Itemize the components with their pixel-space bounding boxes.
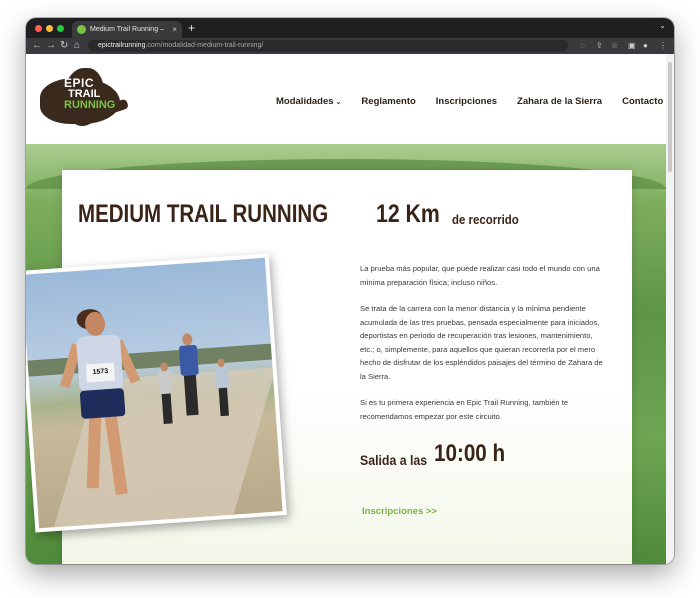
browser-tab[interactable]: Medium Trail Running – Epic Tr × bbox=[72, 21, 182, 38]
new-tab-button[interactable]: + bbox=[188, 20, 195, 36]
photo-scene: 1573 bbox=[26, 257, 283, 529]
distance-suffix: de recorrido bbox=[452, 212, 519, 227]
background-runner bbox=[213, 358, 233, 422]
background-runner bbox=[156, 362, 177, 430]
logo-text-running: RUNNING bbox=[64, 99, 116, 111]
address-path: .com/modalidad-medium-trail-running/ bbox=[145, 42, 264, 49]
nav-item-zahara[interactable]: Zahara de la Sierra bbox=[517, 94, 602, 110]
site-logo[interactable]: EPIC TRAIL RUNNING bbox=[34, 62, 130, 136]
reload-icon[interactable]: ↻ bbox=[60, 39, 68, 53]
favicon-icon bbox=[77, 25, 86, 34]
tab-strip: Medium Trail Running – Epic Tr × + ⌄ bbox=[26, 18, 674, 38]
sidebar-icon[interactable]: ▣ bbox=[628, 40, 636, 52]
chevron-down-icon: ⌄ bbox=[335, 99, 342, 106]
page-title: MEDIUM TRAIL RUNNING bbox=[78, 200, 329, 228]
description-paragraph: Si es tu primera experiencia en Epic Tra… bbox=[360, 398, 569, 421]
start-label: Salida a las bbox=[360, 452, 428, 468]
menu-icon[interactable]: ⋮ bbox=[659, 40, 667, 52]
main-navigation: Modalidades ⌄ Reglamento Inscripciones Za… bbox=[276, 94, 663, 110]
description-paragraph: Se trata de la carrera con la menor dist… bbox=[360, 304, 603, 381]
foreground-runner: 1573 bbox=[60, 308, 146, 513]
close-window-button[interactable] bbox=[35, 25, 42, 32]
back-icon[interactable]: ← bbox=[32, 39, 42, 53]
description-paragraph: La prueba más popular, que puede realiza… bbox=[360, 264, 600, 287]
nav-item-contacto[interactable]: Contacto bbox=[622, 94, 663, 110]
forward-icon[interactable]: → bbox=[46, 39, 56, 53]
runner-photo: 1573 bbox=[26, 253, 287, 533]
close-tab-icon[interactable]: × bbox=[172, 21, 177, 38]
description: La prueba más popular, que puede realiza… bbox=[360, 262, 608, 436]
eye-off-icon[interactable]: ◌ bbox=[580, 40, 585, 52]
address-host: epictrailrunning bbox=[98, 42, 146, 49]
page-viewport: EPIC TRAIL RUNNING Modalidades ⌄ Reglamen… bbox=[26, 54, 674, 564]
nav-item-modalidades[interactable]: Modalidades ⌄ bbox=[276, 94, 341, 110]
maximize-window-button[interactable] bbox=[57, 25, 64, 32]
start-time-row: Salida a las 10:00 h bbox=[360, 440, 505, 468]
address-bar[interactable]: epictrailrunning.com/modalidad-medium-tr… bbox=[88, 40, 568, 52]
share-icon[interactable]: ⇪ bbox=[596, 40, 603, 52]
browser-window: Medium Trail Running – Epic Tr × + ⌄ ← →… bbox=[26, 18, 674, 564]
tab-title: Medium Trail Running – Epic Tr bbox=[90, 26, 166, 33]
content-card: MEDIUM TRAIL RUNNING 12 Km de recorrido … bbox=[26, 170, 632, 564]
tab-search-icon[interactable]: ⌄ bbox=[659, 21, 666, 30]
race-bib: 1573 bbox=[85, 362, 116, 383]
distance-value: 12 Km bbox=[376, 200, 440, 228]
page-title-row: MEDIUM TRAIL RUNNING 12 Km de recorrido bbox=[78, 200, 519, 229]
home-icon[interactable]: ⌂ bbox=[74, 39, 80, 53]
page-scrollbar[interactable] bbox=[666, 54, 674, 564]
start-time: 10:00 h bbox=[434, 440, 506, 467]
browser-toolbar: ← → ↻ ⌂ epictrailrunning.com/modalidad-m… bbox=[26, 38, 674, 54]
inscripciones-link[interactable]: Inscripciones >> bbox=[362, 506, 437, 517]
minimize-window-button[interactable] bbox=[46, 25, 53, 32]
star-icon[interactable]: ☆ bbox=[611, 40, 618, 52]
scrollbar-thumb[interactable] bbox=[668, 62, 672, 172]
nav-item-reglamento[interactable]: Reglamento bbox=[361, 94, 415, 110]
site-header: EPIC TRAIL RUNNING Modalidades ⌄ Reglamen… bbox=[26, 54, 666, 144]
profile-icon[interactable]: ● bbox=[643, 40, 648, 52]
nav-item-inscripciones[interactable]: Inscripciones bbox=[436, 94, 497, 110]
